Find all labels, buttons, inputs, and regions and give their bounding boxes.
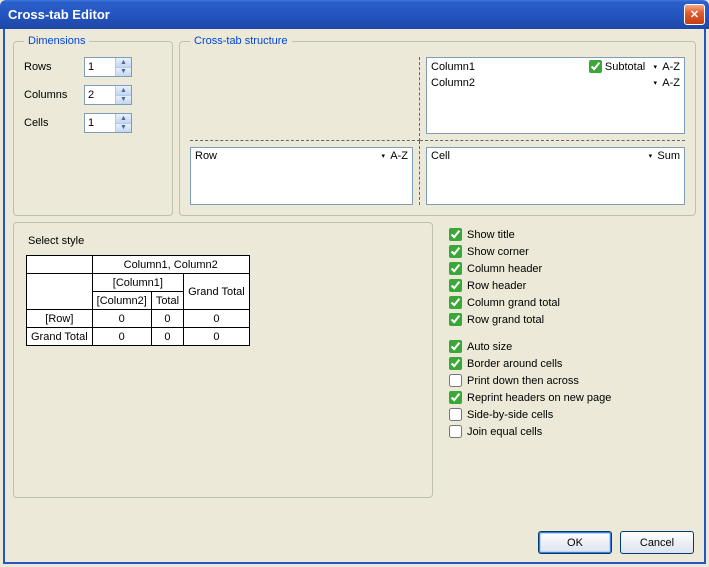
columns-input[interactable] [85,86,115,104]
preview-grand-total-row: Grand Total [27,328,93,346]
columns-label: Columns [24,89,84,101]
column-header-label: Column header [467,263,542,275]
dimensions-group: Dimensions Rows ▲ ▼ Columns ▲ ▼ [13,35,173,216]
column1-subtotal-checkbox[interactable] [589,60,602,73]
cell-agg-value: Sum [657,150,680,162]
window-title: Cross-tab Editor [8,7,110,22]
show-corner-checkbox[interactable] [449,245,462,258]
column-grand-total-label: Column grand total [467,297,560,309]
dropdown-icon: ▾ [650,78,660,88]
columns-up-button[interactable]: ▲ [116,86,131,96]
rows-up-button[interactable]: ▲ [116,58,131,68]
show-title-label: Show title [467,229,515,241]
row-sort-dropdown[interactable]: ▾ A-Z [377,150,408,162]
border-around-cells-label: Border around cells [467,358,562,370]
row-row[interactable]: Row ▾ A-Z [191,148,412,164]
rows-down-button[interactable]: ▼ [116,68,131,77]
rows-label: Rows [24,61,84,73]
close-icon: ✕ [690,8,699,21]
dimensions-legend: Dimensions [24,35,89,47]
row-label: Row [195,150,373,162]
join-equal-label: Join equal cells [467,426,542,438]
column1-row[interactable]: Column1 Subtotal ▾ A-Z [427,58,684,75]
chevron-down-icon: ▼ [120,68,127,75]
side-by-side-checkbox[interactable] [449,408,462,421]
structure-corner [190,57,420,141]
row-header-checkbox[interactable] [449,279,462,292]
row-header-label: Row header [467,280,526,292]
column2-row[interactable]: Column2 ▾ A-Z [427,75,684,91]
columns-down-button[interactable]: ▼ [116,96,131,105]
preview-row: [Row] [27,310,93,328]
show-title-checkbox[interactable] [449,228,462,241]
column1-label: Column1 [431,61,585,73]
reprint-headers-checkbox[interactable] [449,391,462,404]
side-by-side-label: Side-by-side cells [467,409,553,421]
ok-button[interactable]: OK [538,531,612,554]
row-grand-total-checkbox[interactable] [449,313,462,326]
preview-table: Column1, Column2 [Column1] Grand Total [… [26,255,250,346]
preview-grand-total-col: Grand Total [184,274,250,310]
row-grand-total-label: Row grand total [467,314,544,326]
print-down-then-across-label: Print down then across [467,375,579,387]
chevron-up-icon: ▲ [120,87,127,94]
join-equal-checkbox[interactable] [449,425,462,438]
cells-spinner[interactable]: ▲ ▼ [84,113,132,133]
rows-box[interactable]: Row ▾ A-Z [190,147,413,205]
auto-size-label: Auto size [467,341,512,353]
column-header-checkbox[interactable] [449,262,462,275]
reprint-headers-label: Reprint headers on new page [467,392,611,404]
chevron-down-icon: ▼ [120,124,127,131]
preview-panel: Select style Column1, Column2 [Column1] … [13,222,433,498]
cell-label: Cell [431,150,640,162]
cells-label: Cells [24,117,84,129]
column2-sort-value: A-Z [662,77,680,89]
column1-subtotal-label: Subtotal [605,61,645,73]
rows-input[interactable] [85,58,115,76]
cells-input[interactable] [85,114,115,132]
columns-box[interactable]: Column1 Subtotal ▾ A-Z Column2 [426,57,685,134]
preview-col2: [Column2] [92,292,151,310]
column1-sort-dropdown[interactable]: ▾ A-Z [649,61,680,73]
column2-sort-dropdown[interactable]: ▾ A-Z [649,77,680,89]
structure-legend: Cross-tab structure [190,35,292,47]
column1-sort-value: A-Z [662,61,680,73]
preview-total: Total [151,292,183,310]
chevron-up-icon: ▲ [120,115,127,122]
columns-spinner[interactable]: ▲ ▼ [84,85,132,105]
cell-row[interactable]: Cell ▾ Sum [427,148,684,164]
dropdown-icon: ▾ [378,151,388,161]
print-down-then-across-checkbox[interactable] [449,374,462,387]
cancel-button[interactable]: Cancel [620,531,694,554]
cells-box[interactable]: Cell ▾ Sum [426,147,685,205]
row-sort-value: A-Z [390,150,408,162]
border-around-cells-checkbox[interactable] [449,357,462,370]
chevron-up-icon: ▲ [120,59,127,66]
rows-spinner[interactable]: ▲ ▼ [84,57,132,77]
dropdown-icon: ▾ [645,151,655,161]
cells-down-button[interactable]: ▼ [116,124,131,133]
auto-size-checkbox[interactable] [449,340,462,353]
cell-agg-dropdown[interactable]: ▾ Sum [644,150,680,162]
options-panel: Show title Show corner Column header Row… [449,222,696,498]
column2-label: Column2 [431,77,645,89]
chevron-down-icon: ▼ [120,96,127,103]
column-grand-total-checkbox[interactable] [449,296,462,309]
show-corner-label: Show corner [467,246,529,258]
cells-up-button[interactable]: ▲ [116,114,131,124]
preview-col-header: Column1, Column2 [92,256,249,274]
titlebar: Cross-tab Editor ✕ [0,0,709,29]
close-button[interactable]: ✕ [684,4,705,25]
client-area: Dimensions Rows ▲ ▼ Columns ▲ ▼ [3,29,706,564]
preview-col1: [Column1] [92,274,183,292]
structure-group: Cross-tab structure Column1 Subtotal ▾ [179,35,696,216]
dropdown-icon: ▾ [650,62,660,72]
select-style-label: Select style [26,235,420,247]
